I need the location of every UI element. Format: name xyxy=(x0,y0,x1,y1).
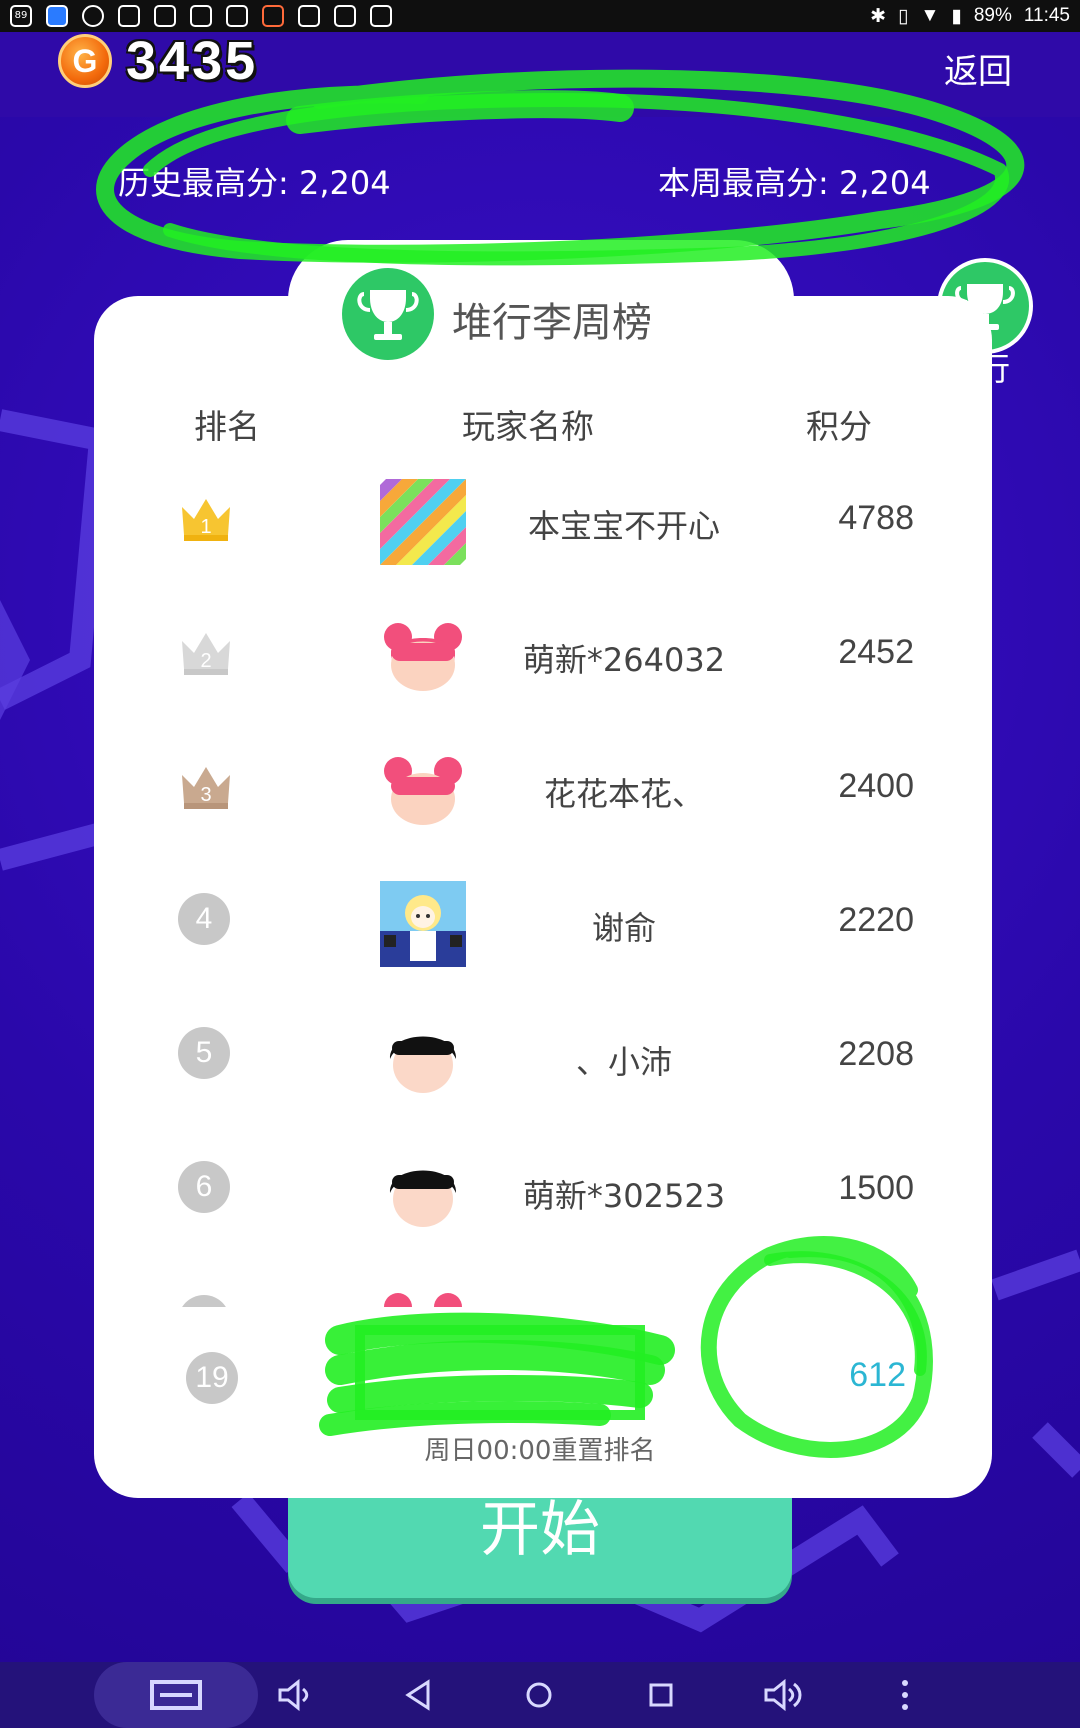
rank-number: 4 xyxy=(178,893,230,945)
home-button[interactable] xyxy=(514,1670,564,1720)
baidu-icon xyxy=(226,5,248,27)
notification-count: 89 xyxy=(14,10,28,21)
clock: 11:45 xyxy=(1023,5,1070,26)
leaderboard-list[interactable]: 1 本宝宝不开心 4788 2 萌新*264032 2452 3 花花本花、 2… xyxy=(94,455,992,1307)
title-trophy-icon xyxy=(342,268,434,360)
my-score: 612 xyxy=(849,1356,906,1394)
player-name: 谢俞 xyxy=(591,909,656,947)
player-score: 2208 xyxy=(838,1035,914,1073)
player-name: 萌新*264032 xyxy=(522,641,726,679)
rank-number: 5 xyxy=(178,1027,230,1079)
rank-circle xyxy=(178,1295,230,1307)
player-name: 本宝宝不开心 xyxy=(527,507,720,545)
notification-icon: 89 xyxy=(10,5,32,27)
photos-app-icon xyxy=(46,5,68,27)
leaderboard-row: 1 本宝宝不开心 4788 xyxy=(94,455,992,589)
screenshot-button[interactable] xyxy=(94,1662,258,1728)
my-rank-badge: 19 xyxy=(186,1352,238,1404)
history-best-score: 历史最高分: 2,204 xyxy=(118,164,391,202)
volume-up-button[interactable] xyxy=(758,1670,808,1720)
player-name: 、小沛 xyxy=(575,1043,672,1081)
player-name: 花花本花、 xyxy=(543,775,704,813)
avatar xyxy=(380,1149,466,1235)
baidu-icon xyxy=(190,5,212,27)
player-name: 萌新*302523 xyxy=(522,1177,726,1215)
recents-square-icon xyxy=(649,1683,673,1707)
cleaner-icon xyxy=(262,5,284,27)
bili-icon xyxy=(298,5,320,27)
search-app-icon xyxy=(82,5,104,27)
leaderboard-row: 6 萌新*302523 1500 xyxy=(94,1125,992,1259)
sogou-icon xyxy=(334,5,356,27)
player-score: 2452 xyxy=(838,633,914,671)
rank-number: 2 xyxy=(200,650,211,672)
coin-count: 3435 xyxy=(126,31,259,91)
coin-icon: G xyxy=(58,34,112,88)
leaderboard-row: 2 萌新*264032 2452 xyxy=(94,589,992,723)
back-triangle-icon xyxy=(405,1679,430,1711)
bili-icon xyxy=(370,5,392,27)
home-circle-icon xyxy=(526,1682,552,1708)
volume-up-icon xyxy=(764,1678,802,1712)
rank-badge: 6 xyxy=(178,1161,234,1217)
player-score: 4788 xyxy=(838,499,914,537)
system-status: ✱ ▯ ▼ ▮ 89% 11:45 xyxy=(870,4,1070,28)
column-header-name: 玩家名称 xyxy=(462,407,594,446)
avatar xyxy=(380,1283,466,1307)
bronze-crown-icon: 3 xyxy=(178,759,234,815)
back-button[interactable]: 返回 xyxy=(944,44,1012,93)
column-header-rank: 排名 xyxy=(194,407,260,446)
more-vertical-icon xyxy=(902,1680,908,1710)
avatar xyxy=(380,881,466,967)
rank-badge: 4 xyxy=(178,893,234,949)
volume-down-button[interactable] xyxy=(270,1670,320,1720)
back-nav-button[interactable] xyxy=(394,1670,444,1720)
rank-number: 3 xyxy=(200,784,211,806)
volume-down-icon xyxy=(278,1678,309,1712)
rank-number: 6 xyxy=(178,1161,230,1213)
screenshot-icon xyxy=(150,1680,202,1710)
bili-icon xyxy=(154,5,176,27)
trophy-icon xyxy=(357,290,419,340)
column-header-score: 积分 xyxy=(806,407,872,446)
notification-icons: 89 xyxy=(10,4,392,28)
silver-crown-icon: 2 xyxy=(178,625,234,681)
gold-crown-icon: 1 xyxy=(178,491,234,547)
recents-button[interactable] xyxy=(636,1670,686,1720)
my-rank-number: 19 xyxy=(186,1352,238,1404)
bluetooth-icon: ✱ xyxy=(870,5,887,27)
player-score: 2400 xyxy=(838,767,914,805)
leaderboard-row: 3 花花本花、 2400 xyxy=(94,723,992,857)
leaderboard-row-partial xyxy=(94,1259,992,1307)
more-button[interactable] xyxy=(880,1670,930,1720)
avatar xyxy=(380,747,466,833)
leaderboard-row: 5 、小沛 2208 xyxy=(94,991,992,1125)
navigation-bar xyxy=(0,1662,1080,1728)
leaderboard-row: 4 谢俞 2220 xyxy=(94,857,992,991)
avatar xyxy=(297,455,466,565)
battery-level: 89% xyxy=(973,5,1012,26)
status-bar: 89 ✱ ▯ ▼ ▮ 89% 11:45 xyxy=(0,0,1080,32)
wifi-icon: ▼ xyxy=(920,5,940,26)
player-score: 2220 xyxy=(838,901,914,939)
rank-badge: 5 xyxy=(178,1027,234,1083)
rank-number: 1 xyxy=(200,516,211,538)
week-best-score: 本周最高分: 2,204 xyxy=(658,164,931,202)
leaderboard-title: 堆行李周榜 xyxy=(452,300,652,346)
rank-badge xyxy=(178,1295,234,1307)
battery-icon: ▮ xyxy=(951,5,962,27)
avatar xyxy=(380,613,466,699)
file-app-icon xyxy=(118,5,140,27)
avatar xyxy=(380,1015,466,1101)
player-score: 1500 xyxy=(838,1169,914,1207)
reset-note: 周日00:00重置排名 xyxy=(424,1436,656,1466)
vibrate-icon: ▯ xyxy=(898,5,909,27)
